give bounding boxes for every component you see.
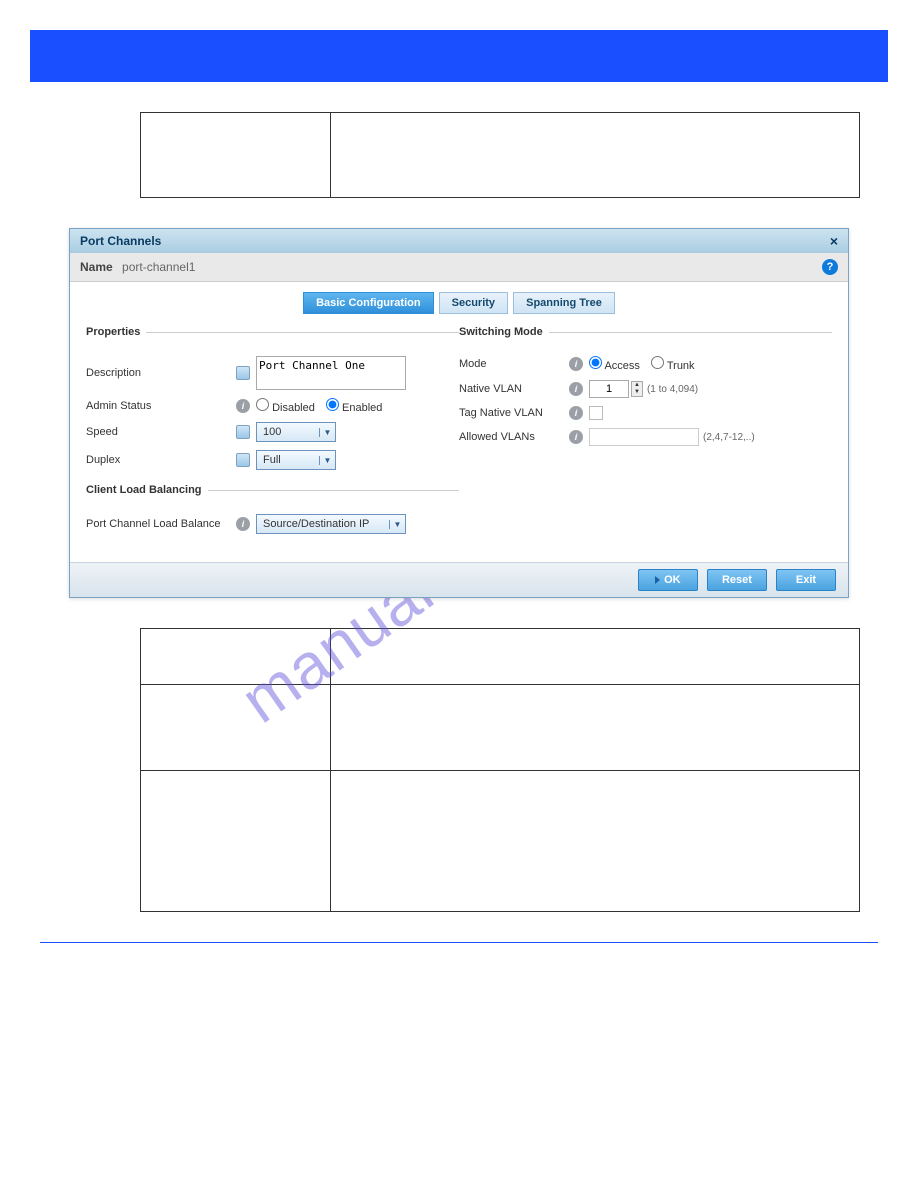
- description-input[interactable]: Port Channel One: [256, 356, 406, 390]
- duplex-label: Duplex: [86, 454, 236, 466]
- client-load-balancing-fieldset: Client Load Balancing Port Channel Load …: [86, 484, 459, 542]
- mode-trunk-label: Trunk: [667, 360, 695, 372]
- tab-security[interactable]: Security: [439, 292, 508, 314]
- ok-button[interactable]: OK: [638, 569, 698, 591]
- page-header-bar: [30, 30, 888, 82]
- lower-row1-left: [141, 685, 331, 770]
- speed-label: Speed: [86, 426, 236, 438]
- row-tag-native: Tag Native VLAN i: [459, 406, 832, 420]
- info-icon[interactable]: i: [569, 430, 583, 444]
- tabs-row: Basic Configuration Security Spanning Tr…: [70, 282, 848, 320]
- properties-fieldset: Properties Description Port Channel One …: [86, 326, 459, 478]
- native-vlan-input[interactable]: [589, 380, 629, 398]
- chevron-down-icon: ▼: [319, 456, 335, 465]
- info-icon[interactable]: i: [569, 357, 583, 371]
- clb-legend: Client Load Balancing: [86, 484, 208, 496]
- row-duplex: Duplex Full ▼: [86, 450, 459, 470]
- native-vlan-label: Native VLAN: [459, 383, 569, 395]
- lower-row2-left: [141, 771, 331, 911]
- port-channels-dialog: Port Channels × Name port-channel1 ? Bas…: [69, 228, 849, 598]
- apply-to-range-icon[interactable]: [236, 425, 250, 439]
- admin-disabled-label: Disabled: [272, 402, 315, 414]
- upper-table-cell-left: [141, 113, 331, 197]
- speed-select[interactable]: 100 ▼: [256, 422, 336, 442]
- name-value: port-channel1: [122, 260, 195, 274]
- name-label: Name: [80, 260, 113, 274]
- reset-button[interactable]: Reset: [707, 569, 767, 591]
- mode-trunk-radio[interactable]: Trunk: [651, 360, 695, 372]
- dialog-body: Properties Description Port Channel One …: [70, 320, 848, 562]
- lower-table: [140, 628, 860, 912]
- pclb-label: Port Channel Load Balance: [86, 518, 236, 530]
- apply-to-range-icon[interactable]: [236, 453, 250, 467]
- dialog-name-bar: Name port-channel1 ?: [70, 253, 848, 282]
- tag-native-label: Tag Native VLAN: [459, 407, 569, 419]
- row-allowed-vlans: Allowed VLANs i (2,4,7-12,..): [459, 428, 832, 446]
- row-native-vlan: Native VLAN i ▲▼ (1 to 4,094): [459, 380, 832, 398]
- pclb-select-value: Source/Destination IP: [263, 518, 369, 530]
- mode-access-label: Access: [604, 360, 639, 372]
- exit-button-label: Exit: [796, 574, 816, 586]
- admin-status-label: Admin Status: [86, 400, 236, 412]
- admin-disabled-radio[interactable]: Disabled: [256, 402, 315, 414]
- row-admin-status: Admin Status i Disabled Enabled: [86, 398, 459, 414]
- reset-button-label: Reset: [722, 574, 752, 586]
- dialog-button-bar: OK Reset Exit: [70, 562, 848, 597]
- ok-button-label: OK: [664, 574, 681, 586]
- info-icon[interactable]: i: [569, 406, 583, 420]
- play-icon: [655, 576, 660, 584]
- tab-basic-configuration[interactable]: Basic Configuration: [303, 292, 434, 314]
- right-panel: Switching Mode Mode i Access Trunk Nativ…: [459, 320, 832, 542]
- close-icon[interactable]: ×: [830, 233, 838, 249]
- mode-label: Mode: [459, 358, 569, 370]
- help-icon[interactable]: ?: [822, 259, 838, 275]
- allowed-vlans-label: Allowed VLANs: [459, 431, 569, 443]
- exit-button[interactable]: Exit: [776, 569, 836, 591]
- row-mode: Mode i Access Trunk: [459, 356, 832, 372]
- tab-spanning-tree[interactable]: Spanning Tree: [513, 292, 615, 314]
- native-vlan-hint: (1 to 4,094): [647, 384, 698, 395]
- info-icon[interactable]: i: [569, 382, 583, 396]
- switching-legend: Switching Mode: [459, 326, 549, 338]
- tag-native-checkbox[interactable]: [589, 406, 603, 420]
- speed-select-value: 100: [263, 426, 281, 438]
- description-label: Description: [86, 367, 236, 379]
- upper-table: [140, 112, 860, 198]
- lower-row1-right: [331, 685, 859, 770]
- duplex-select[interactable]: Full ▼: [256, 450, 336, 470]
- lower-row0-right: [331, 629, 859, 684]
- pclb-select[interactable]: Source/Destination IP ▼: [256, 514, 406, 534]
- native-vlan-stepper[interactable]: ▲▼: [631, 381, 643, 397]
- lower-row2-right: [331, 771, 859, 911]
- footer-rule: [40, 942, 878, 943]
- row-speed: Speed 100 ▼: [86, 422, 459, 442]
- properties-legend: Properties: [86, 326, 146, 338]
- step-up-icon[interactable]: ▲: [632, 382, 642, 389]
- info-icon[interactable]: i: [236, 517, 250, 531]
- chevron-down-icon: ▼: [319, 428, 335, 437]
- row-description: Description Port Channel One: [86, 356, 459, 390]
- left-panel: Properties Description Port Channel One …: [86, 320, 459, 542]
- info-icon[interactable]: i: [236, 399, 250, 413]
- chevron-down-icon: ▼: [389, 520, 405, 529]
- switching-mode-fieldset: Switching Mode Mode i Access Trunk Nativ…: [459, 326, 832, 454]
- row-pclb: Port Channel Load Balance i Source/Desti…: [86, 514, 459, 534]
- upper-table-cell-right: [331, 113, 859, 197]
- lower-row0-left: [141, 629, 331, 684]
- step-down-icon[interactable]: ▼: [632, 389, 642, 396]
- admin-enabled-radio[interactable]: Enabled: [326, 402, 382, 414]
- dialog-titlebar: Port Channels ×: [70, 229, 848, 253]
- apply-to-range-icon[interactable]: [236, 366, 250, 380]
- mode-access-radio[interactable]: Access: [589, 360, 640, 372]
- allowed-vlans-input[interactable]: [589, 428, 699, 446]
- allowed-vlans-hint: (2,4,7-12,..): [703, 432, 755, 443]
- admin-enabled-label: Enabled: [342, 402, 382, 414]
- duplex-select-value: Full: [263, 454, 281, 466]
- dialog-title: Port Channels: [80, 234, 161, 248]
